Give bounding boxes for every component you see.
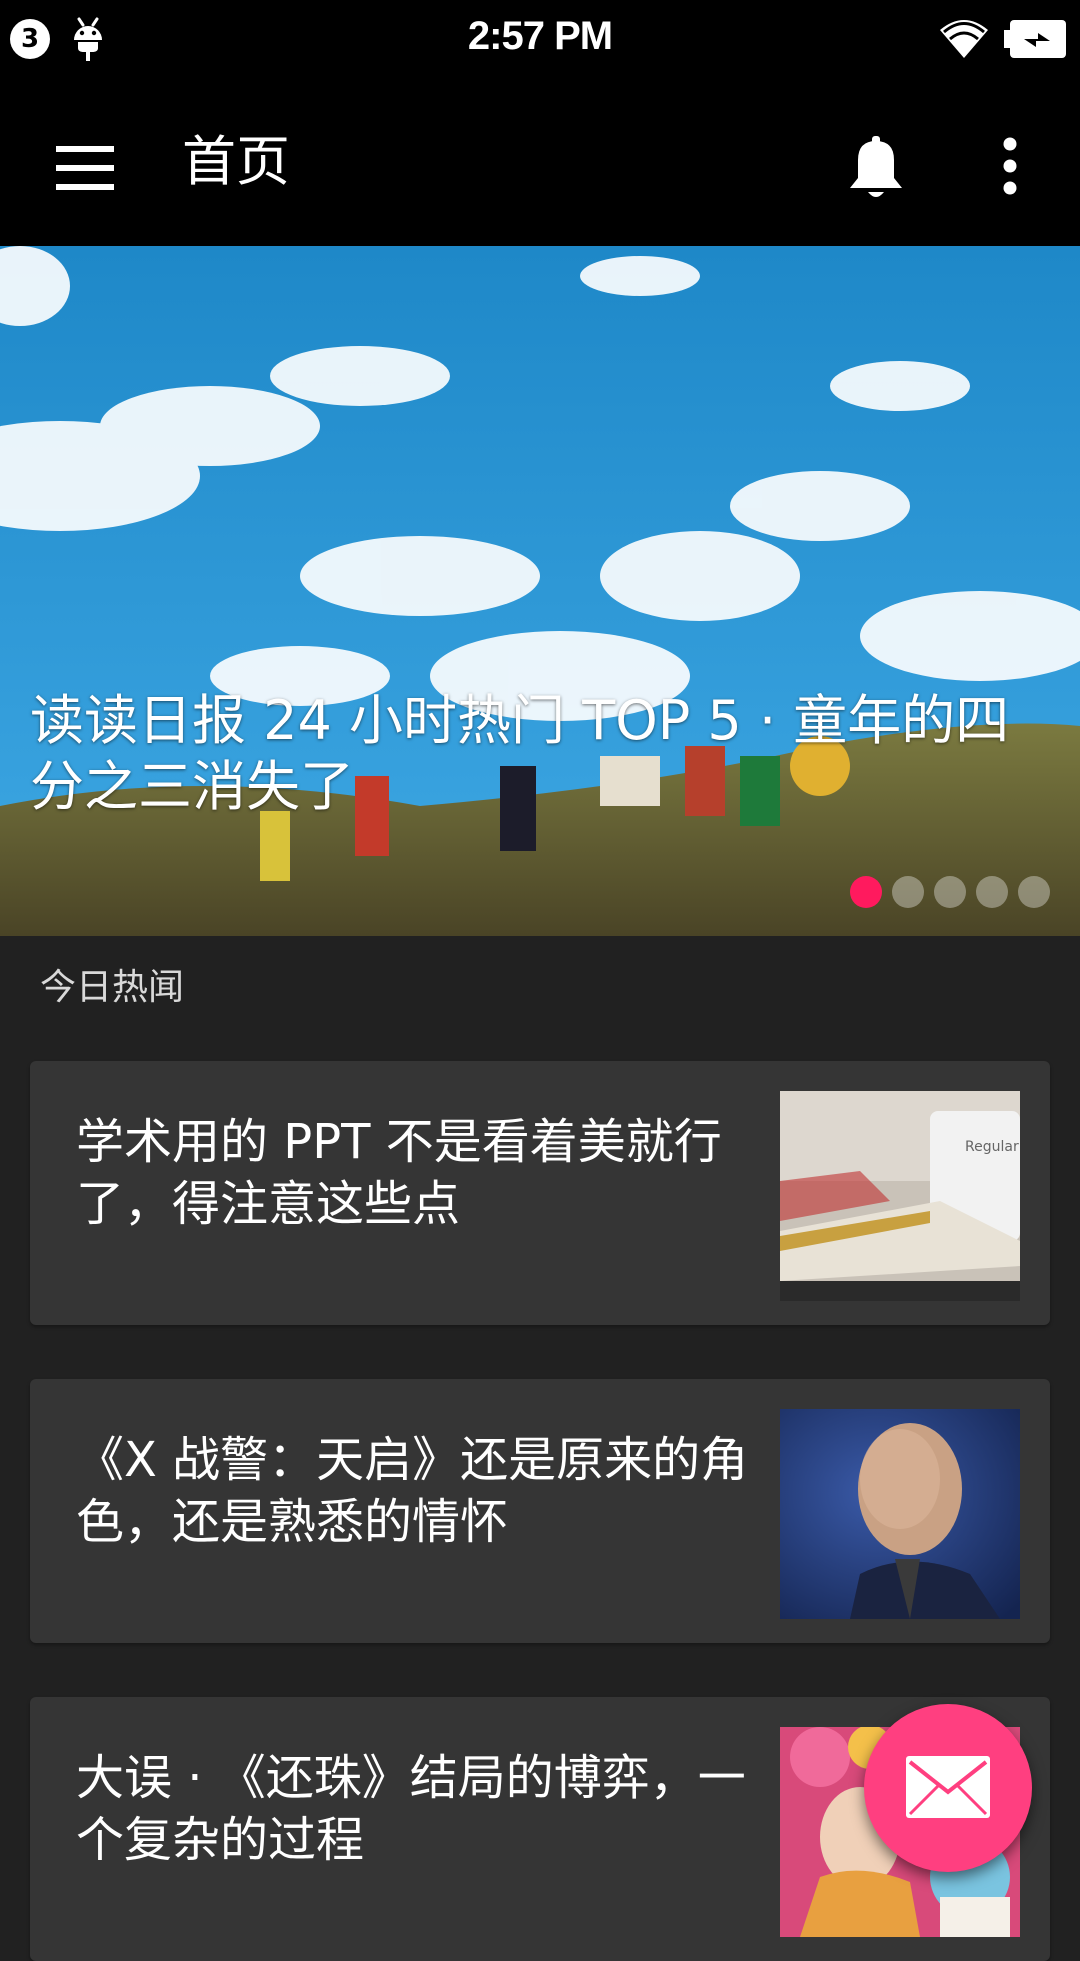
- story-title: 大误 · 《还珠》结局的博弈，一个复杂的过程: [76, 1750, 746, 1868]
- banner-pager: [850, 876, 1050, 912]
- menu-button[interactable]: [40, 130, 128, 196]
- story-card[interactable]: 学术用的 PPT 不是看着美就行了，得注意这些点 Regular Bold Bl…: [30, 1061, 1050, 1325]
- app-toolbar: 首页: [0, 80, 1080, 246]
- battery-charging-icon: [1004, 20, 1066, 58]
- mail-icon: [906, 1756, 990, 1818]
- hero-image: [0, 246, 1080, 936]
- story-title: 《X 战警：天启》还是原来的角色，还是熟悉的情怀: [76, 1432, 749, 1550]
- notifications-button[interactable]: [830, 124, 922, 208]
- pager-dot[interactable]: [1018, 876, 1050, 908]
- clock: 2:57 PM: [467, 14, 613, 58]
- menu-icon: [56, 146, 114, 190]
- pager-dot[interactable]: [934, 876, 966, 908]
- more-options-button[interactable]: [982, 124, 1046, 208]
- story-title: 学术用的 PPT 不是看着美就行了，得注意这些点: [76, 1114, 722, 1232]
- compose-mail-button[interactable]: [864, 1704, 1032, 1872]
- story-card[interactable]: 《X 战警：天启》还是原来的角色，还是熟悉的情怀: [30, 1379, 1050, 1643]
- story-thumbnail: Regular Bold Black: [780, 1091, 1020, 1301]
- pager-dot[interactable]: [976, 876, 1008, 908]
- wifi-icon: [940, 20, 988, 58]
- svg-text:Regular Bold Black: Regular Bold Black: [965, 1139, 1020, 1155]
- section-title: 今日热闻: [40, 967, 185, 1008]
- status-bar: 3 2:57 PM: [0, 0, 1080, 80]
- bell-icon: [850, 136, 902, 197]
- pager-dot[interactable]: [892, 876, 924, 908]
- page-title: 首页: [182, 130, 290, 193]
- hero-title: 读读日报 24 小时热门 TOP 5 · 童年的四分之三消失了: [30, 689, 1010, 818]
- pager-dot[interactable]: [850, 876, 882, 908]
- more-vert-icon: [1003, 137, 1017, 195]
- story-thumbnail: [780, 1409, 1020, 1619]
- hero-banner[interactable]: 读读日报 24 小时热门 TOP 5 · 童年的四分之三消失了: [0, 246, 1080, 936]
- mug-label: Regular Bold Black: [965, 1139, 1020, 1155]
